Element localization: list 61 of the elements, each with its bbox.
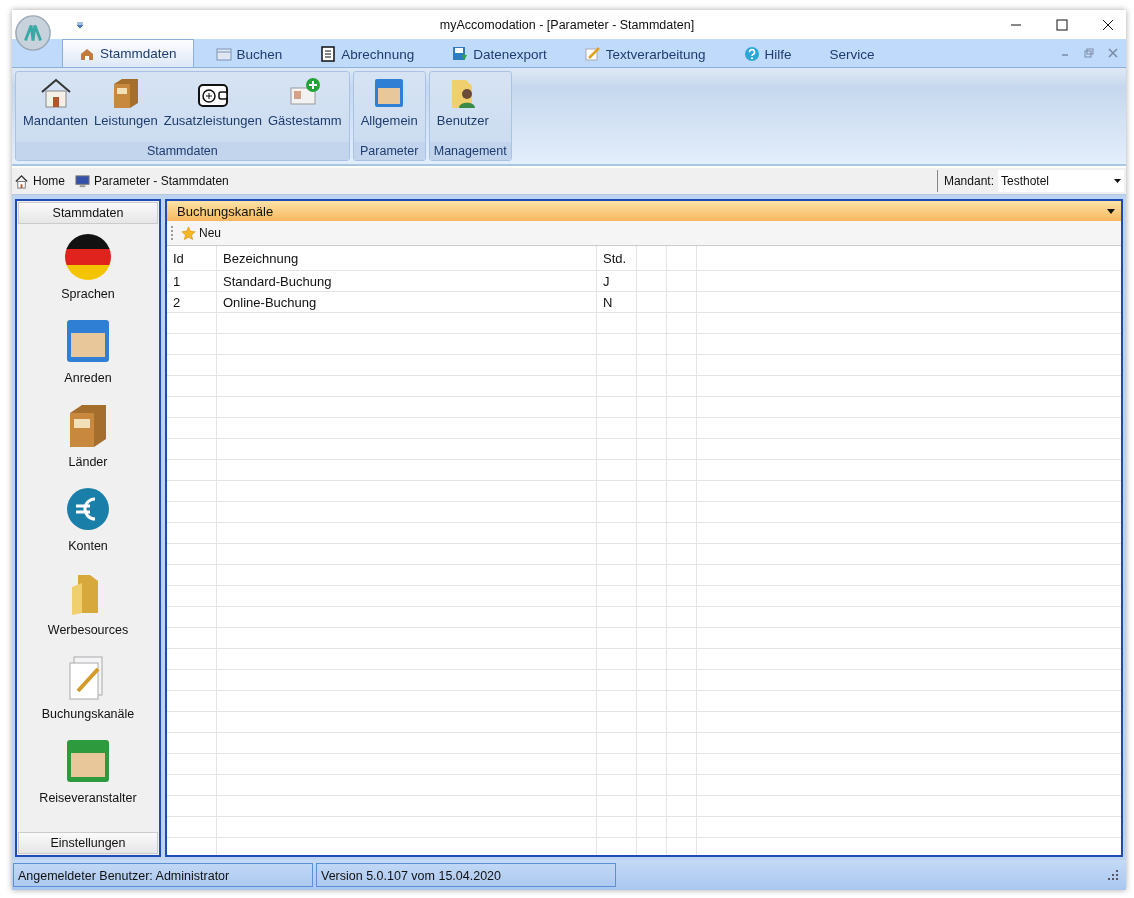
column-header[interactable]: Id — [167, 246, 217, 270]
ribbon-button[interactable]: Zusatzleistungen — [160, 72, 265, 142]
ribbon-tab[interactable]: Hilfe — [727, 41, 808, 67]
ribbon-button[interactable]: Gästestamm — [264, 72, 345, 142]
ribbon-tab[interactable]: Abrechnung — [304, 41, 431, 67]
ribbon-button[interactable]: Benutzer — [433, 72, 492, 142]
table-cell: 2 — [167, 292, 217, 312]
breadcrumb-link[interactable]: Home — [33, 174, 65, 188]
ribbon-button[interactable]: Mandanten — [20, 72, 92, 142]
ribbon-tab[interactable]: Service — [813, 41, 891, 67]
column-header[interactable]: Std. — [597, 246, 637, 270]
maximize-icon[interactable] — [1056, 18, 1068, 31]
ribbon-button[interactable]: Leistungen — [91, 72, 161, 142]
table-cell: J — [597, 271, 637, 291]
monitor-icon — [75, 173, 90, 189]
help-icon — [743, 46, 760, 62]
table-cell: Standard-Buchung — [217, 271, 597, 291]
euro-coin-icon — [64, 485, 112, 533]
sidebar-section-header[interactable]: Stammdaten — [18, 202, 158, 224]
ribbon-tab[interactable]: Stammdaten — [62, 39, 194, 67]
ribbon-group-label: Stammdaten — [16, 142, 349, 160]
dropdown-caret-icon[interactable] — [1114, 179, 1121, 183]
ribbon-button[interactable]: Allgemein — [357, 72, 421, 142]
sidebar-item[interactable]: Buchungskanäle — [17, 645, 159, 729]
sidebar-item[interactable]: Reiseveranstalter — [17, 729, 159, 813]
mandant-dropdown[interactable]: Testhotel — [998, 170, 1124, 192]
home-icon — [14, 173, 29, 189]
sidebar-section-header[interactable]: Einstellungen — [18, 832, 158, 854]
sidebar-item[interactable]: Anreden — [17, 309, 159, 393]
sidebar-item[interactable]: Werbesources — [17, 561, 159, 645]
sidebar-item[interactable]: Konten — [17, 477, 159, 561]
pencil-icon — [584, 46, 601, 62]
doc-icon — [320, 46, 337, 62]
quick-access-caret-icon[interactable] — [76, 20, 84, 29]
sidebar-item[interactable]: Sprachen — [17, 225, 159, 309]
table-cell: N — [597, 292, 637, 312]
mandant-label: Mandant: — [936, 170, 994, 192]
breadcrumb-link[interactable]: Parameter - Stammdaten — [94, 174, 229, 188]
dropdown-caret-icon[interactable] — [1107, 208, 1115, 214]
ribbon-group-label: Management — [429, 142, 511, 160]
calendar-icon — [215, 46, 232, 62]
file-box-icon — [64, 317, 112, 365]
new-button[interactable]: Neu — [179, 224, 223, 242]
ribbon-tab[interactable]: Buchen — [199, 41, 299, 67]
resize-grip-icon[interactable] — [1108, 870, 1118, 880]
file-box-icon — [64, 737, 112, 785]
panel-header: Buchungskanäle — [167, 201, 1121, 221]
column-header[interactable]: Bezeichnung — [217, 246, 597, 270]
star-icon — [181, 225, 196, 241]
status-bar-text: Version 5.0.107 vom 15.04.2020 — [316, 863, 616, 887]
status-bar-text: Angemeldeter Benutzer: Administrator — [13, 863, 313, 887]
sidebar-item[interactable]: Länder — [17, 393, 159, 477]
table-cell: Online-Buchung — [217, 292, 597, 312]
ribbon-tab[interactable]: Datenexport — [436, 41, 563, 67]
close-icon[interactable] — [1102, 18, 1114, 31]
flag-circle-icon — [64, 233, 112, 281]
window-title: myAccomodation - [Parameter - Stammdaten] — [438, 17, 696, 32]
ribbon-tab[interactable]: Textverarbeitung — [568, 41, 722, 67]
mdi-close-icon[interactable] — [1108, 48, 1118, 58]
table-cell: 1 — [167, 271, 217, 291]
ribbon-group-label: Parameter — [353, 142, 425, 160]
